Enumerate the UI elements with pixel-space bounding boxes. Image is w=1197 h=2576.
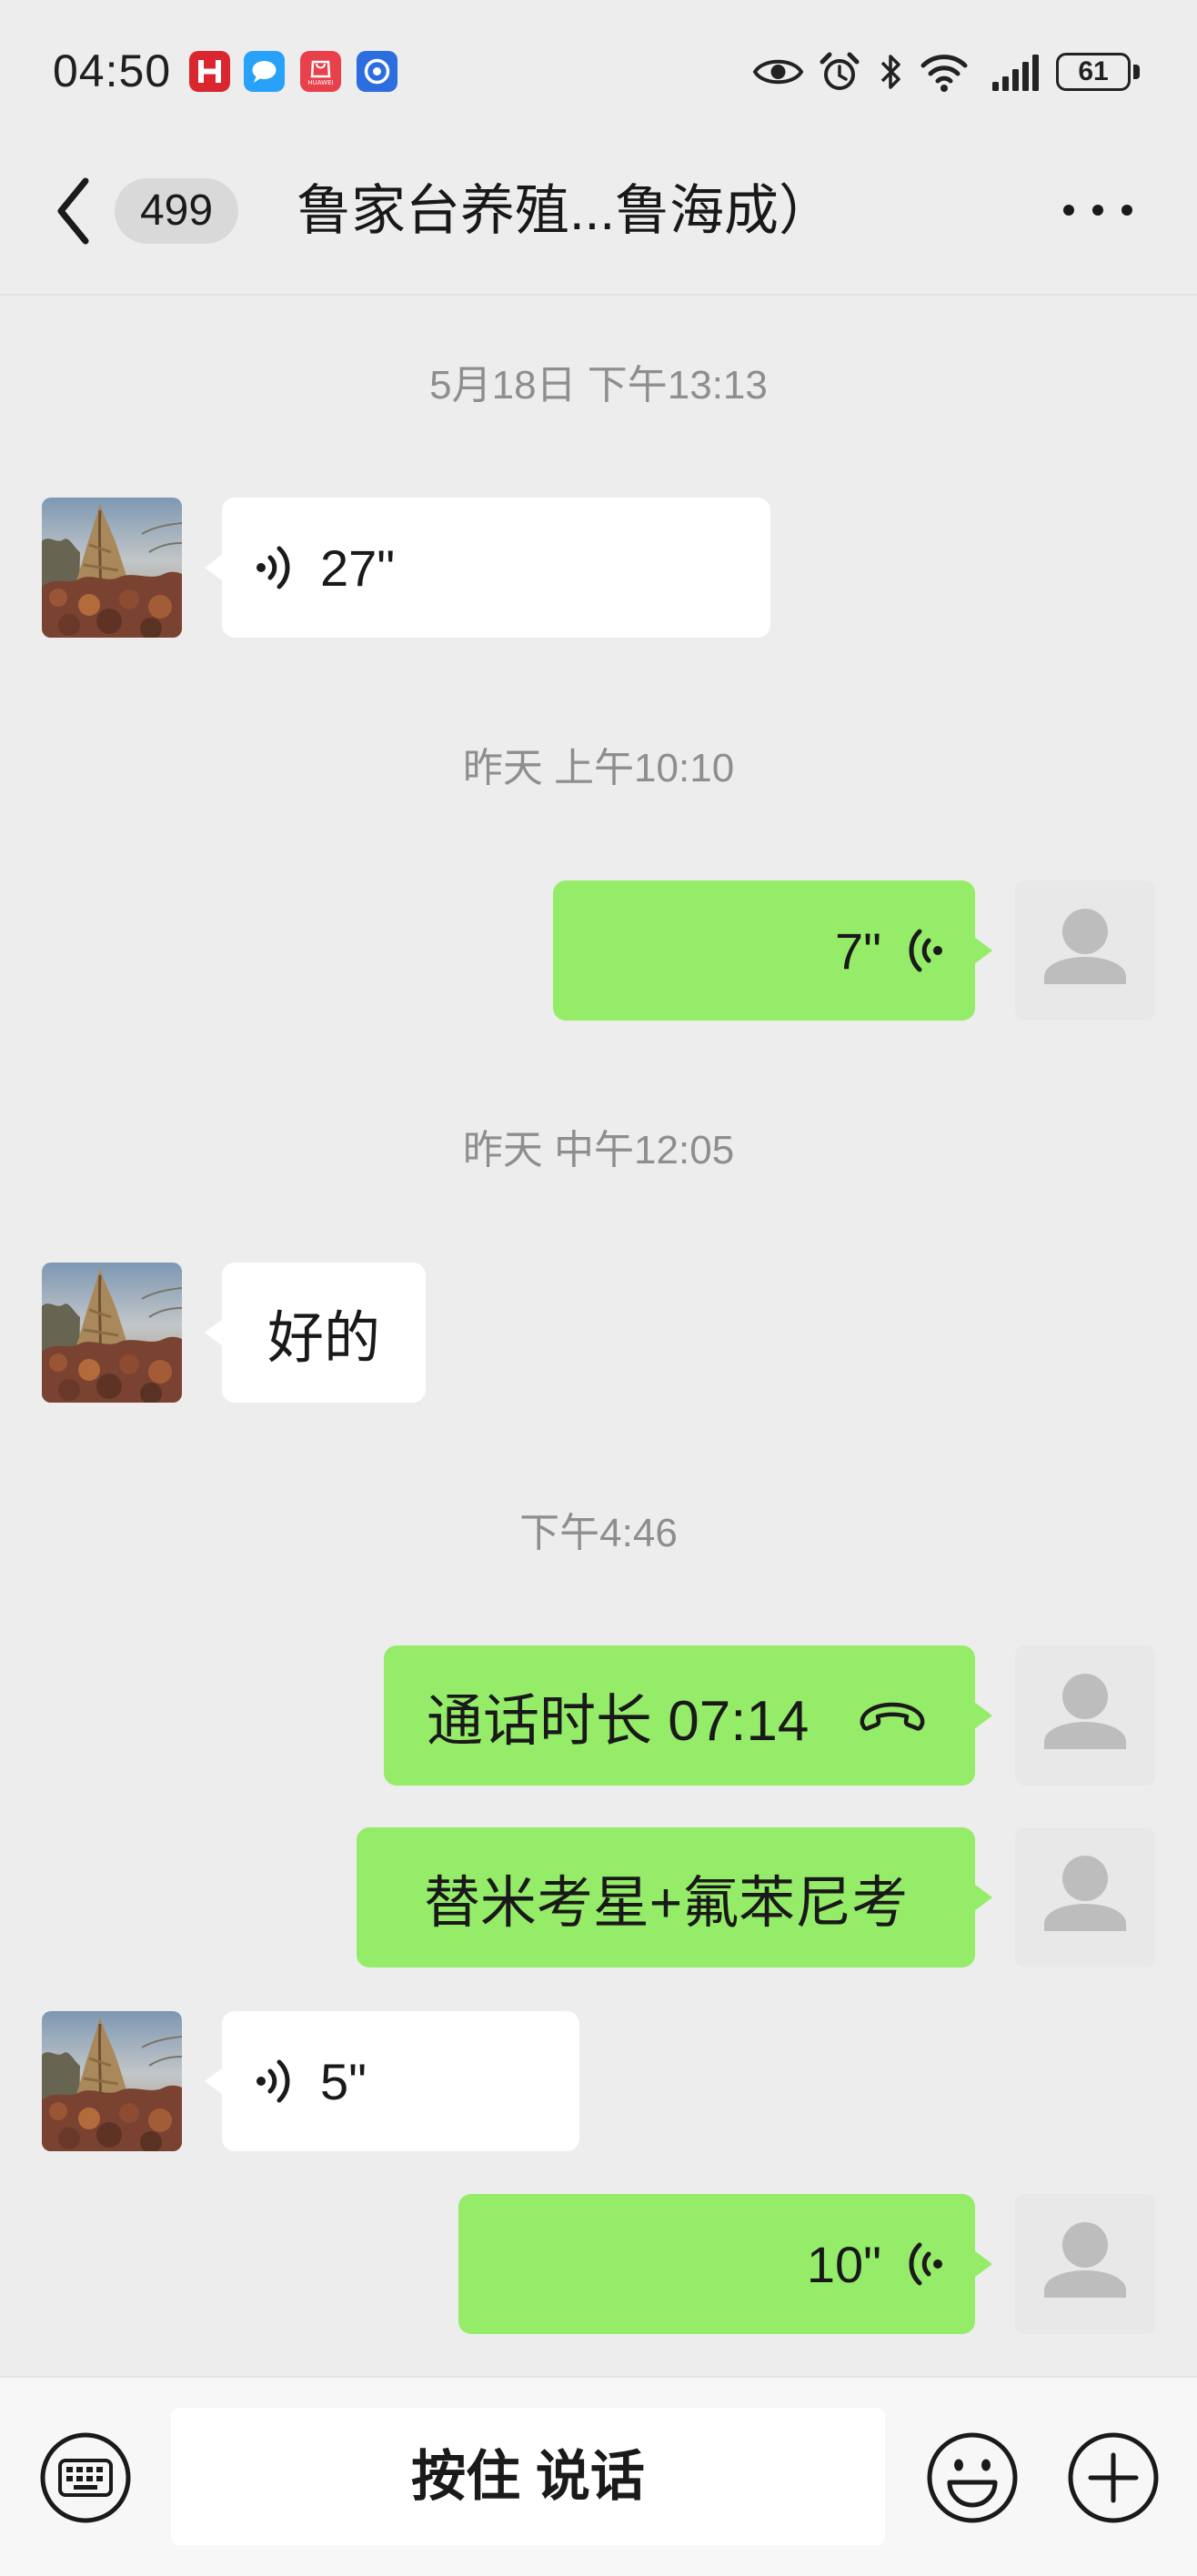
more-button[interactable] — [1055, 184, 1141, 236]
blue-app-icon — [357, 51, 397, 92]
voice-duration: 5" — [320, 2052, 367, 2110]
contact-avatar[interactable] — [42, 1263, 182, 1403]
contact-avatar[interactable] — [42, 2011, 182, 2151]
wifi-icon — [920, 55, 968, 92]
my-avatar[interactable] — [1015, 1827, 1155, 1967]
more-dots-icon[interactable] — [1060, 200, 1136, 220]
my-avatar[interactable] — [1015, 1645, 1155, 1786]
battery-tip — [1133, 65, 1140, 79]
messages-icon — [244, 51, 285, 92]
default-avatar-icon — [1015, 1827, 1155, 1967]
text-message-bubble[interactable]: 好的 — [205, 1263, 426, 1403]
voice-message-bubble[interactable]: 10" — [458, 2194, 992, 2334]
chat-header: 499 鲁家台养殖...鲁海成） — [0, 147, 1197, 296]
eye-icon — [752, 59, 804, 85]
call-record-bubble[interactable]: 通话时长 07:14 — [384, 1645, 992, 1786]
status-bar: 04:50 HUAWEI 61 — [0, 0, 1197, 147]
my-avatar[interactable] — [1015, 880, 1155, 1021]
keyboard-icon[interactable] — [38, 2430, 133, 2525]
hold-to-talk-button[interactable]: 按住 说话 — [171, 2408, 885, 2545]
timestamp: 下午4:46 — [519, 1511, 678, 1555]
voice-message-bubble[interactable]: 27" — [205, 498, 770, 638]
text-message-bubble[interactable]: 替米考星+氟苯尼考 — [357, 1827, 992, 1967]
voice-icon — [906, 2238, 944, 2290]
contact-avatar[interactable] — [42, 498, 182, 638]
default-avatar-icon — [1015, 1645, 1155, 1786]
voice-message-bubble[interactable]: 7" — [553, 880, 992, 1021]
emoji-icon[interactable] — [925, 2430, 1020, 2525]
chevron-left-icon[interactable] — [51, 173, 96, 249]
timestamp: 昨天 中午12:05 — [462, 1128, 735, 1172]
signal-icon — [992, 55, 1039, 91]
voice-icon — [255, 2055, 293, 2108]
hang-up-phone-icon — [860, 1702, 925, 1731]
battery-level: 61 — [1056, 53, 1131, 91]
back-button[interactable]: 499 — [0, 147, 264, 293]
input-bar: 按住 说话 — [0, 2376, 1197, 2576]
voice-message-bubble[interactable]: 5" — [205, 2011, 579, 2151]
call-duration-text: 通话时长 07:14 — [427, 1690, 810, 1753]
voice-duration: 7" — [834, 921, 881, 980]
message-text: 替米考星+氟苯尼考 — [423, 1872, 909, 1935]
default-avatar-icon — [1015, 880, 1155, 1021]
red-h-app-icon — [189, 51, 230, 92]
message-text: 好的 — [267, 1307, 380, 1370]
chat-title: 鲁家台养殖...鲁海成） — [297, 180, 834, 241]
alarm-icon — [820, 52, 860, 90]
status-time: 04:50 — [53, 45, 172, 96]
huawei-appgallery-icon: HUAWEI — [300, 51, 341, 92]
voice-icon — [255, 541, 293, 594]
voice-duration: 10" — [806, 2235, 881, 2293]
bluetooth-icon — [880, 55, 900, 89]
timestamp: 昨天 上午10:10 — [462, 746, 735, 790]
contact-photo-avatar — [42, 498, 182, 638]
my-avatar[interactable] — [1015, 2194, 1155, 2334]
contact-photo-avatar — [42, 2011, 182, 2151]
unread-count-badge[interactable]: 499 — [115, 178, 238, 244]
huawei-logo-text: HUAWEI — [307, 79, 334, 86]
voice-icon — [906, 924, 944, 977]
voice-duration: 27" — [320, 538, 396, 597]
contact-photo-avatar — [42, 1263, 182, 1403]
default-avatar-icon — [1015, 2194, 1155, 2334]
battery-icon: 61 — [1056, 53, 1141, 91]
plus-circle-icon[interactable] — [1066, 2430, 1161, 2525]
timestamp: 5月18日 下午13:13 — [429, 363, 768, 408]
